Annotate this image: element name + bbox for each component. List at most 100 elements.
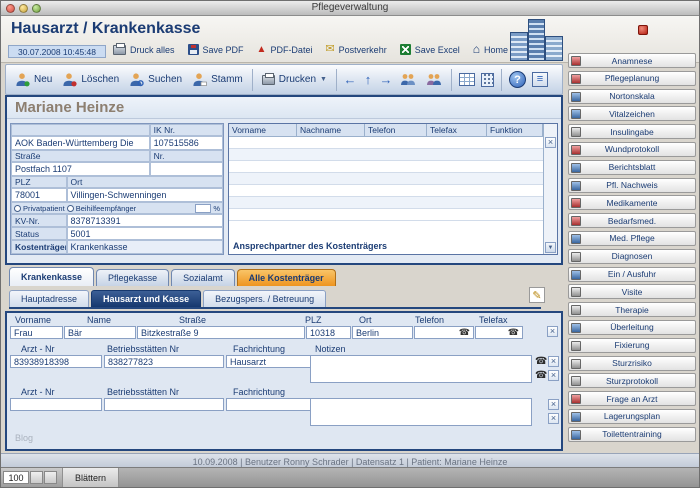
sidebar-item-frage-an-arzt[interactable]: Frage an Arzt xyxy=(568,391,696,406)
sidebar-item-toilettentraining[interactable]: Toilettentraining xyxy=(568,427,696,442)
privatpatient-radio[interactable] xyxy=(14,205,21,212)
sidebar-item-pfl-nachweis[interactable]: Pfl. Nachweis xyxy=(568,178,696,193)
sidebar-item-wundprotokoll[interactable]: Wundprotokoll xyxy=(568,142,696,157)
table-view-icon[interactable] xyxy=(459,73,475,86)
strasse-field[interactable]: Postfach 1107 xyxy=(11,162,150,176)
arzt-nr-label: Arzt - Nr xyxy=(21,344,55,354)
beihilfe-radio[interactable] xyxy=(67,205,74,212)
patient-list-button[interactable] xyxy=(395,70,421,89)
tab-alle-kostentraeger[interactable]: Alle Kostenträger xyxy=(237,269,336,286)
save-pdf-button[interactable]: Save PDF xyxy=(188,44,244,55)
postverkehr-button[interactable]: ✉ Postverkehr xyxy=(325,44,386,55)
sidebar-item-bedarfsmed[interactable]: Bedarfsmed. xyxy=(568,213,696,228)
telefon-field[interactable]: ☎ xyxy=(414,326,474,339)
save-disk-icon xyxy=(188,44,199,55)
sidebar-item-insulingabe[interactable]: Insulingabe xyxy=(568,124,696,139)
ansprechpartner-row[interactable] xyxy=(229,149,543,161)
sidebar-item-berichtsblatt[interactable]: Berichtsblatt xyxy=(568,160,696,175)
name-field[interactable]: Bär xyxy=(64,326,136,339)
plz-field[interactable]: 10318 xyxy=(306,326,351,339)
telefax-field[interactable]: ☎ xyxy=(475,326,523,339)
status-field[interactable]: 5001 xyxy=(67,227,223,240)
sidebar-item-sturzrisiko[interactable]: Sturzrisiko xyxy=(568,356,696,371)
tab-bezugspersonen[interactable]: Bezugspers. / Betreuung xyxy=(203,290,326,307)
sidebar-item-medikamente[interactable]: Medikamente xyxy=(568,195,696,210)
zoom-in-button[interactable] xyxy=(44,471,57,484)
drucken-button[interactable]: Drucken ▼ xyxy=(257,72,332,87)
horizontal-scrollbar[interactable] xyxy=(119,468,699,487)
tab-krankenkasse[interactable]: Krankenkasse xyxy=(9,267,94,286)
neu-button[interactable]: Neu xyxy=(10,70,57,89)
edit-note-icon[interactable]: ✎ xyxy=(529,287,545,303)
alert-icon[interactable] xyxy=(638,25,648,35)
clear-row-button[interactable]: × xyxy=(545,137,556,148)
kostentraeger-typ-field[interactable]: Krankenkasse xyxy=(67,240,223,254)
ansprechpartner-row[interactable] xyxy=(229,173,543,185)
tab-hauptadresse[interactable]: Hauptadresse xyxy=(9,290,89,307)
pdf-datei-button[interactable]: ▲ PDF-Datei xyxy=(257,45,313,55)
tab-hausarzt-und-kasse[interactable]: Hausarzt und Kasse xyxy=(91,290,201,307)
strasse-field[interactable]: Bitzkestraße 9 xyxy=(137,326,305,339)
arzt2-nr-field[interactable] xyxy=(10,398,102,411)
stamm-button[interactable]: Stamm xyxy=(187,70,248,89)
notizen-field[interactable] xyxy=(310,355,532,383)
clear-field-button[interactable]: × xyxy=(548,413,559,424)
plz-field[interactable]: 78001 xyxy=(11,188,67,202)
loeschen-button[interactable]: Löschen xyxy=(57,70,124,89)
calculator-icon[interactable] xyxy=(481,73,494,87)
clear-row-button[interactable]: × xyxy=(547,326,558,337)
sidebar-item-pflegeplanung[interactable]: Pflegeplanung xyxy=(568,71,696,86)
sidebar-item-anamnese[interactable]: Anamnese xyxy=(568,53,696,68)
zoom-level[interactable]: 100 xyxy=(3,471,29,484)
arzt-nr-field[interactable]: 83938918398 xyxy=(10,355,102,368)
home-button[interactable]: ⌂ Home xyxy=(473,44,508,55)
sidebar-item-fixierung[interactable]: Fixierung xyxy=(568,338,696,353)
sidebar-item-med-pflege[interactable]: Med. Pflege xyxy=(568,231,696,246)
nav-up-button[interactable]: ↑ xyxy=(359,71,377,89)
betriebsstaetten2-field[interactable] xyxy=(104,398,224,411)
vorname-field[interactable]: Frau xyxy=(10,326,63,339)
toolbar-separator xyxy=(336,69,337,91)
tab-sozialamt[interactable]: Sozialamt xyxy=(171,269,235,286)
sidebar-item-diagnosen[interactable]: Diagnosen xyxy=(568,249,696,264)
ik-field[interactable]: 107515586 xyxy=(150,136,223,150)
staff-list-button[interactable] xyxy=(421,70,447,89)
ort-field[interactable]: Berlin xyxy=(352,326,413,339)
sidebar-item-nortonskala[interactable]: Nortonskala xyxy=(568,89,696,104)
clear-field-button[interactable]: × xyxy=(548,370,559,381)
suchen-button[interactable]: Suchen xyxy=(124,70,187,89)
save-excel-button[interactable]: Save Excel xyxy=(400,44,460,55)
betriebsstaetten-field[interactable]: 838277823 xyxy=(104,355,224,368)
mode-selector[interactable]: Blättern xyxy=(62,468,119,488)
nr-field[interactable] xyxy=(150,162,223,176)
sidebar-item-visite[interactable]: Visite xyxy=(568,284,696,299)
sidebar-item-ein-ausfuhr[interactable]: Ein / Ausfuhr xyxy=(568,267,696,282)
notizen2-field[interactable] xyxy=(310,398,532,426)
ik-label: IK Nr. xyxy=(150,124,223,136)
tab-pflegekasse[interactable]: Pflegekasse xyxy=(96,269,169,286)
ansprechpartner-row[interactable] xyxy=(229,185,543,197)
sidebar-item-lagerungsplan[interactable]: Lagerungsplan xyxy=(568,409,696,424)
ansprechpartner-row[interactable] xyxy=(229,209,543,221)
druck-alles-button[interactable]: Druck alles xyxy=(113,45,175,55)
percent-field[interactable] xyxy=(195,204,211,213)
ansprechpartner-row[interactable] xyxy=(229,137,543,149)
add-row-dropdown[interactable]: ▼ xyxy=(545,242,556,253)
clear-field-button[interactable]: × xyxy=(548,356,559,367)
ansprechpartner-row[interactable] xyxy=(229,197,543,209)
nav-back-button[interactable]: ← xyxy=(341,71,359,89)
sidebar-item-ueberleitung[interactable]: Überleitung xyxy=(568,320,696,335)
zoom-out-button[interactable] xyxy=(30,471,43,484)
nav-forward-button[interactable]: → xyxy=(377,71,395,89)
kostentraeger-name-field[interactable]: AOK Baden-Württemberg Die xyxy=(11,136,150,150)
clear-field-button[interactable]: × xyxy=(548,399,559,410)
ort-field[interactable]: Villingen-Schwenningen xyxy=(67,188,223,202)
sidebar-item-sturzprotokoll[interactable]: Sturzprotokoll xyxy=(568,373,696,388)
menu-button[interactable]: ≡ xyxy=(532,72,548,87)
ansprechpartner-row[interactable] xyxy=(229,161,543,173)
help-button[interactable]: ? xyxy=(509,71,526,88)
sidebar-item-vitalzeichen[interactable]: Vitalzeichen xyxy=(568,106,696,121)
kv-field[interactable]: 8378713391 xyxy=(67,214,223,227)
sidebar-item-therapie[interactable]: Therapie xyxy=(568,302,696,317)
module-icon xyxy=(571,252,581,262)
